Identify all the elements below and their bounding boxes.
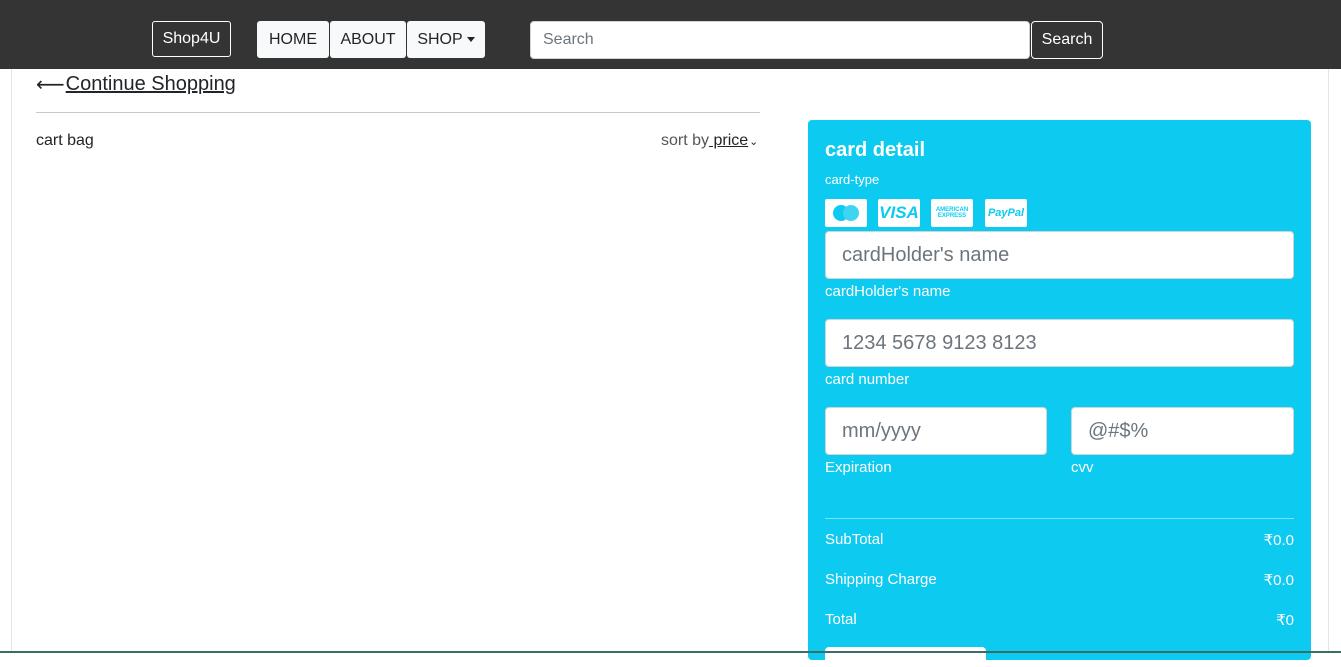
card-number-input[interactable] (825, 319, 1294, 367)
page-frame-left (11, 69, 12, 653)
nav-about-label: ABOUT (340, 30, 396, 48)
paypal-icon[interactable]: PayPal (985, 199, 1027, 227)
sort-price-link[interactable]: price (709, 132, 748, 149)
sort-control: sort by price⌄ (661, 132, 758, 150)
subtotal-value: ₹0.0 (1263, 532, 1294, 549)
cvv-label: cvv (1071, 459, 1094, 476)
search-button[interactable]: Search (1031, 21, 1103, 59)
visa-icon[interactable]: VISA (878, 199, 920, 227)
summary-divider (825, 518, 1294, 519)
caret-down-icon (466, 37, 475, 42)
expiration-label: Expiration (825, 459, 892, 476)
chevron-down-icon[interactable]: ⌄ (749, 136, 758, 148)
top-navbar: Shop4U HOME ABOUT SHOP Search (0, 0, 1341, 69)
brand-button[interactable]: Shop4U (152, 21, 231, 57)
total-value: ₹0 (1276, 612, 1294, 629)
mastercard-circle-right (843, 205, 859, 221)
divider (36, 112, 760, 113)
cart-bag-heading: cart bag (36, 132, 94, 149)
arrow-left-icon: ⟵ (36, 73, 65, 96)
page-frame-right (1328, 69, 1329, 653)
nav-home-label: HOME (269, 30, 317, 48)
shipping-value: ₹0.0 (1263, 572, 1294, 589)
cardholder-name-label: cardHolder's name (825, 283, 951, 300)
cardholder-name-input[interactable] (825, 231, 1294, 279)
amex-icon[interactable]: AMERICAN EXPRESS (931, 199, 973, 227)
continue-shopping-link[interactable]: ⟵ Continue Shopping (36, 73, 236, 96)
nav-shop-label: SHOP (417, 30, 463, 48)
checkout-button[interactable] (825, 647, 986, 667)
continue-shopping-label: Continue Shopping (65, 73, 236, 95)
subtotal-label: SubTotal (825, 531, 884, 548)
expiration-input[interactable] (825, 407, 1047, 455)
mastercard-icon[interactable] (825, 199, 867, 227)
nav-about-link[interactable]: ABOUT (330, 21, 406, 58)
card-type-label: card-type (825, 172, 880, 187)
card-detail-title: card detail (825, 139, 926, 161)
total-label: Total (825, 611, 857, 628)
cvv-input[interactable] (1071, 407, 1294, 455)
nav-home-link[interactable]: HOME (257, 21, 329, 58)
nav-shop-dropdown[interactable]: SHOP (407, 21, 485, 58)
card-detail-panel: card detail card-type VISA AMERICAN EXPR… (808, 120, 1311, 667)
card-number-label: card number (825, 371, 910, 388)
search-input[interactable] (530, 21, 1030, 59)
shipping-label: Shipping Charge (825, 571, 937, 588)
sort-prefix: sort by (661, 132, 710, 149)
